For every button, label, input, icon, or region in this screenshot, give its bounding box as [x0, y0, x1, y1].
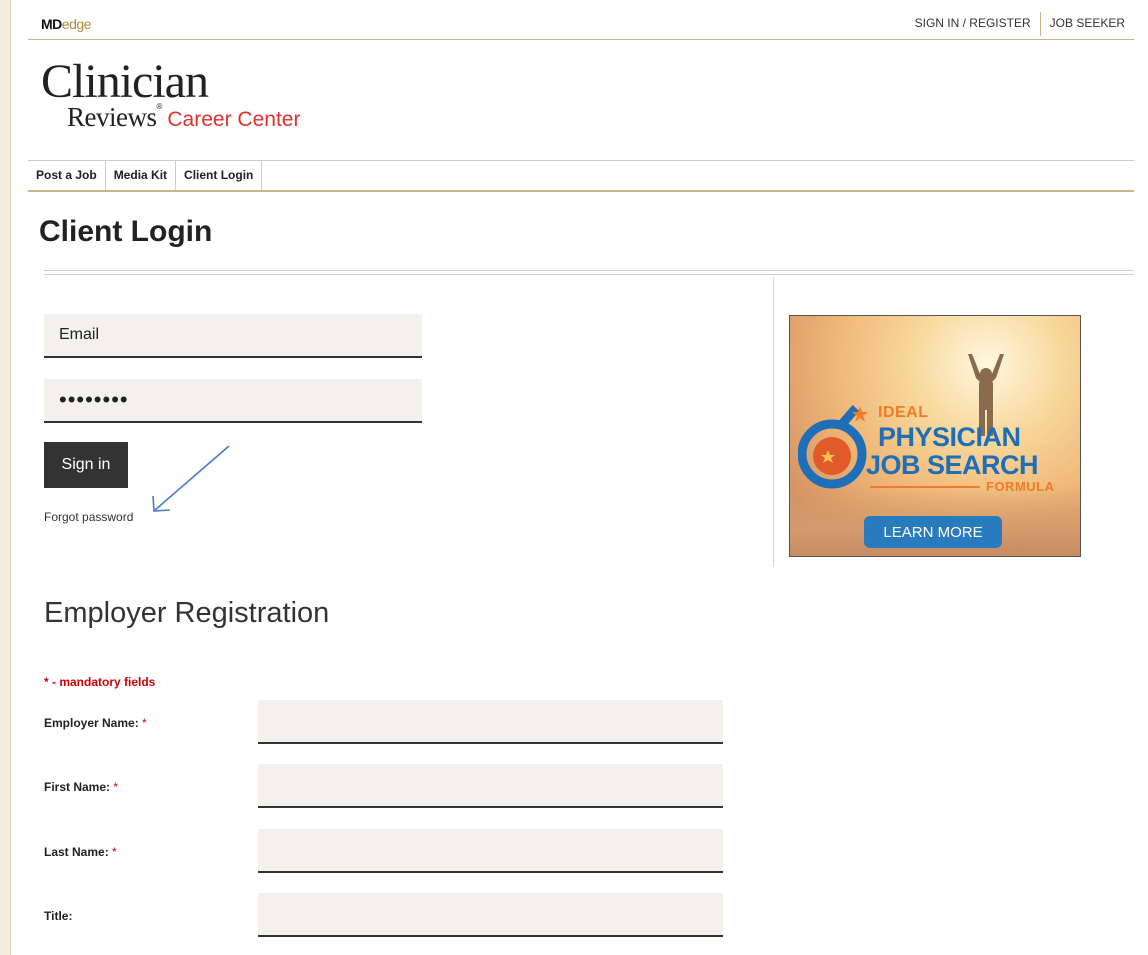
top-links: SIGN IN / REGISTER JOB SEEKER — [906, 12, 1134, 36]
ad-job-search-text: JOB SEARCH — [866, 450, 1039, 480]
main-nav: Post a Job Media Kit Client Login — [28, 160, 1134, 192]
password-field[interactable] — [44, 379, 422, 423]
title-divider — [44, 270, 1134, 275]
required-mark: * — [113, 780, 119, 794]
sign-in-button[interactable]: Sign in — [44, 442, 128, 488]
ad-ideal-text: IDEAL — [878, 404, 929, 421]
physician-job-search-ad[interactable]: IDEAL PHYSICIAN JOB SEARCH FORMULA LEARN… — [789, 315, 1081, 557]
last-name-label: Last Name: * — [44, 845, 117, 859]
mandatory-fields-note: * - mandatory fields — [44, 675, 156, 689]
last-name-label-text: Last Name: — [44, 845, 109, 859]
arrow-icon — [152, 445, 230, 512]
first-name-label: First Name: * — [44, 780, 118, 794]
first-name-field[interactable] — [258, 764, 723, 808]
page-container: MDedge SIGN IN / REGISTER JOB SEEKER Cli… — [10, 0, 1148, 955]
flask-logo-icon — [798, 405, 868, 489]
title-label: Title: — [44, 909, 72, 923]
mdedge-logo[interactable]: MDedge — [41, 16, 91, 32]
nav-client-login[interactable]: Client Login — [176, 161, 263, 190]
last-name-field[interactable] — [258, 829, 723, 873]
logo-career-center-text: Career Center — [167, 108, 301, 131]
employer-name-label-text: Employer Name: — [44, 716, 139, 730]
employer-registration-title: Employer Registration — [44, 597, 330, 629]
logo-clinician-text: Clinician — [41, 55, 209, 108]
logo-subline: Reviews® Career Center — [67, 102, 300, 133]
logo-registered-mark: ® — [156, 102, 163, 111]
sign-in-register-link[interactable]: SIGN IN / REGISTER — [906, 16, 1040, 36]
nav-media-kit[interactable]: Media Kit — [106, 161, 177, 190]
ad-physician-text: PHYSICIAN — [878, 422, 1021, 452]
learn-more-button[interactable]: LEARN MORE — [864, 516, 1002, 548]
required-mark: * — [112, 845, 117, 859]
ad-formula-rule — [870, 486, 980, 488]
ad-formula-text: FORMULA — [986, 479, 1055, 494]
employer-name-field[interactable] — [258, 700, 723, 744]
job-seeker-link[interactable]: JOB SEEKER — [1041, 16, 1134, 36]
email-field[interactable] — [44, 314, 422, 358]
logo-reviews-text: Reviews — [67, 102, 157, 132]
employer-name-label: Employer Name: * — [44, 716, 147, 730]
title-field[interactable] — [258, 893, 723, 937]
required-mark: * — [142, 716, 147, 730]
clinician-reviews-logo[interactable]: Clinician Reviews® Career Center — [41, 55, 300, 133]
forgot-password-link[interactable]: Forgot password — [44, 510, 133, 524]
column-divider — [773, 277, 774, 567]
first-name-label-text: First Name: — [44, 780, 111, 794]
title-label-text: Title: — [44, 909, 73, 923]
page-title: Client Login — [39, 215, 213, 248]
top-bar: MDedge SIGN IN / REGISTER JOB SEEKER — [28, 8, 1134, 40]
mdedge-logo-md: MD — [41, 16, 62, 32]
nav-post-a-job[interactable]: Post a Job — [28, 161, 106, 190]
mdedge-logo-edge: edge — [61, 16, 92, 32]
